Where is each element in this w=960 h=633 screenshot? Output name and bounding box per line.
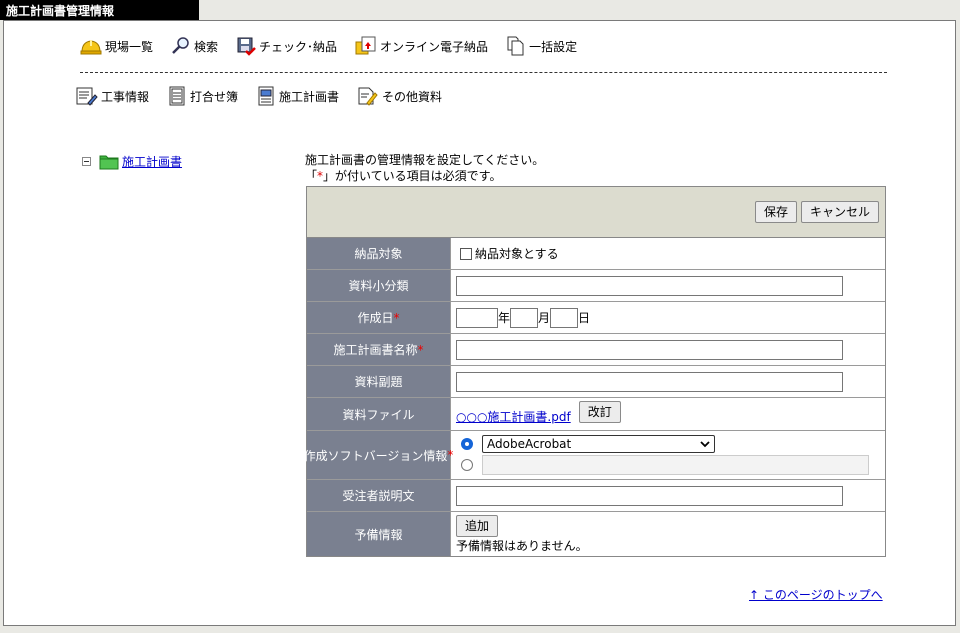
nav-bulk-settings[interactable]: 一括設定 — [506, 36, 577, 56]
nav-construction-info[interactable]: 工事情報 — [76, 86, 149, 106]
required-mark: * — [393, 310, 400, 325]
window-title: 施工計画書管理情報 — [0, 0, 199, 20]
tree-folder-link[interactable]: 施工計画書 — [122, 153, 182, 170]
nav-search-label: 検索 — [194, 39, 219, 54]
construction-plan-icon — [258, 86, 274, 106]
hardhat-icon — [80, 40, 102, 55]
nav-search[interactable]: 検索 — [171, 36, 218, 56]
required-mark: * — [417, 342, 424, 357]
file-link[interactable]: ○○○施工計画書.pdf — [456, 408, 571, 425]
row-delivery: 納品対象 納品対象とする — [307, 238, 885, 270]
other-docs-icon — [358, 87, 378, 106]
delivery-checkbox-label[interactable]: 納品対象とする — [475, 245, 559, 262]
nav-divider — [80, 72, 887, 73]
software-radio-other[interactable] — [461, 459, 473, 471]
add-reserve-button[interactable]: 追加 — [456, 514, 499, 537]
row-file: 資料ファイル ○○○施工計画書.pdf 改訂 — [307, 398, 885, 431]
year-unit: 年 — [498, 311, 511, 325]
software-radio-select[interactable] — [461, 438, 473, 450]
row-date: 作成日 * 年 月 日 — [307, 302, 885, 334]
row-contractor-desc: 受注者説明文 — [307, 480, 885, 512]
row-subcategory: 資料小分類 — [307, 270, 885, 302]
label-subcategory: 資料小分類 — [307, 270, 451, 301]
label-software-text: 作成ソフトバージョン情報 — [303, 448, 448, 463]
label-reserve: 予備情報 — [307, 512, 451, 556]
label-plan-name: 施工計画書名称 * — [307, 334, 451, 365]
intro-line1: 施工計画書の管理情報を設定してください。 — [305, 153, 545, 167]
label-date: 作成日 * — [307, 302, 451, 333]
label-date-text: 作成日 — [357, 311, 394, 325]
cancel-button[interactable]: キャンセル — [800, 201, 879, 223]
folder-tree: 施工計画書 — [82, 153, 182, 170]
copy-documents-icon — [507, 36, 524, 56]
row-plan-name: 施工計画書名称 * — [307, 334, 885, 366]
label-subtitle: 資料副題 — [307, 366, 451, 397]
intro-line2: 「*」が付いている項目は必須です。 — [305, 168, 544, 184]
label-plan-name-text: 施工計画書名称 — [333, 343, 418, 357]
row-subtitle: 資料副題 — [307, 366, 885, 398]
software-other-input[interactable] — [482, 455, 869, 475]
month-input[interactable] — [510, 307, 539, 328]
intro-line2-prefix: 「 — [305, 169, 318, 183]
label-contractor-desc: 受注者説明文 — [307, 480, 451, 511]
month-unit: 月 — [538, 311, 551, 325]
year-input[interactable] — [456, 307, 498, 328]
intro-text: 施工計画書の管理情報を設定してください。 「*」が付いている項目は必須です。 — [305, 152, 544, 184]
day-unit: 日 — [578, 311, 591, 325]
delivery-checkbox[interactable] — [460, 247, 472, 260]
label-delivery: 納品対象 — [307, 238, 451, 269]
meeting-record-icon — [169, 86, 185, 106]
primary-nav: 現場一覧 検索 チェック･納品 オンライン電子納品 一括設定 — [80, 36, 595, 56]
row-reserve: 予備情報 追加 予備情報はありません。 — [307, 512, 885, 556]
construction-info-icon — [76, 87, 98, 106]
day-input[interactable] — [550, 307, 579, 328]
online-delivery-icon — [355, 36, 376, 55]
nav-check-delivery[interactable]: チェック･納品 — [236, 36, 337, 56]
nav-construction-plan-label: 施工計画書 — [279, 89, 340, 104]
plan-name-input[interactable] — [456, 339, 843, 360]
software-select-value: AdobeAcrobat — [487, 437, 572, 451]
row-software: 作成ソフトバージョン情報 * AdobeAcrobat — [303, 431, 885, 480]
revise-button[interactable]: 改訂 — [578, 401, 621, 423]
nav-other-docs[interactable]: その他資料 — [357, 86, 442, 106]
nav-meeting-record-label: 打合せ簿 — [190, 89, 239, 104]
intro-line2-suffix: 」が付いている項目は必須です。 — [323, 169, 502, 183]
nav-check-delivery-label: チェック･納品 — [259, 39, 338, 54]
main-panel: 現場一覧 検索 チェック･納品 オンライン電子納品 一括設定 工事情報 打合せ簿… — [3, 20, 956, 626]
floppy-check-icon — [237, 37, 256, 56]
folder-icon — [99, 155, 119, 170]
nav-site-list-label: 現場一覧 — [105, 39, 154, 54]
save-button[interactable]: 保存 — [754, 201, 797, 223]
reserve-empty-text: 予備情報はありません。 — [456, 538, 588, 553]
nav-other-docs-label: その他資料 — [382, 89, 443, 104]
nav-bulk-settings-label: 一括設定 — [529, 39, 578, 54]
form-toolbar: 保存 キャンセル — [307, 187, 885, 238]
back-to-top-link[interactable]: ↑ このページのトップへ — [749, 586, 883, 603]
subtitle-input[interactable] — [456, 371, 843, 392]
chevron-down-icon — [700, 441, 710, 448]
nav-online-delivery-label: オンライン電子納品 — [380, 39, 489, 54]
nav-meeting-record[interactable]: 打合せ簿 — [167, 86, 238, 106]
label-software: 作成ソフトバージョン情報 * — [303, 431, 453, 479]
magnifier-icon — [172, 37, 189, 54]
collapse-toggle-icon[interactable] — [82, 157, 91, 166]
nav-online-delivery[interactable]: オンライン電子納品 — [355, 36, 488, 56]
subcategory-input[interactable] — [456, 275, 843, 296]
management-form: 保存 キャンセル 納品対象 納品対象とする 資料小分類 作成日 * 年 月 日 … — [303, 186, 886, 557]
contractor-desc-input[interactable] — [456, 485, 843, 506]
nav-construction-plan[interactable]: 施工計画書 — [256, 86, 339, 106]
nav-construction-info-label: 工事情報 — [101, 89, 150, 104]
software-select[interactable]: AdobeAcrobat — [482, 435, 715, 453]
secondary-nav: 工事情報 打合せ簿 施工計画書 その他資料 — [76, 86, 460, 106]
label-file: 資料ファイル — [307, 398, 451, 430]
nav-site-list[interactable]: 現場一覧 — [80, 36, 153, 56]
